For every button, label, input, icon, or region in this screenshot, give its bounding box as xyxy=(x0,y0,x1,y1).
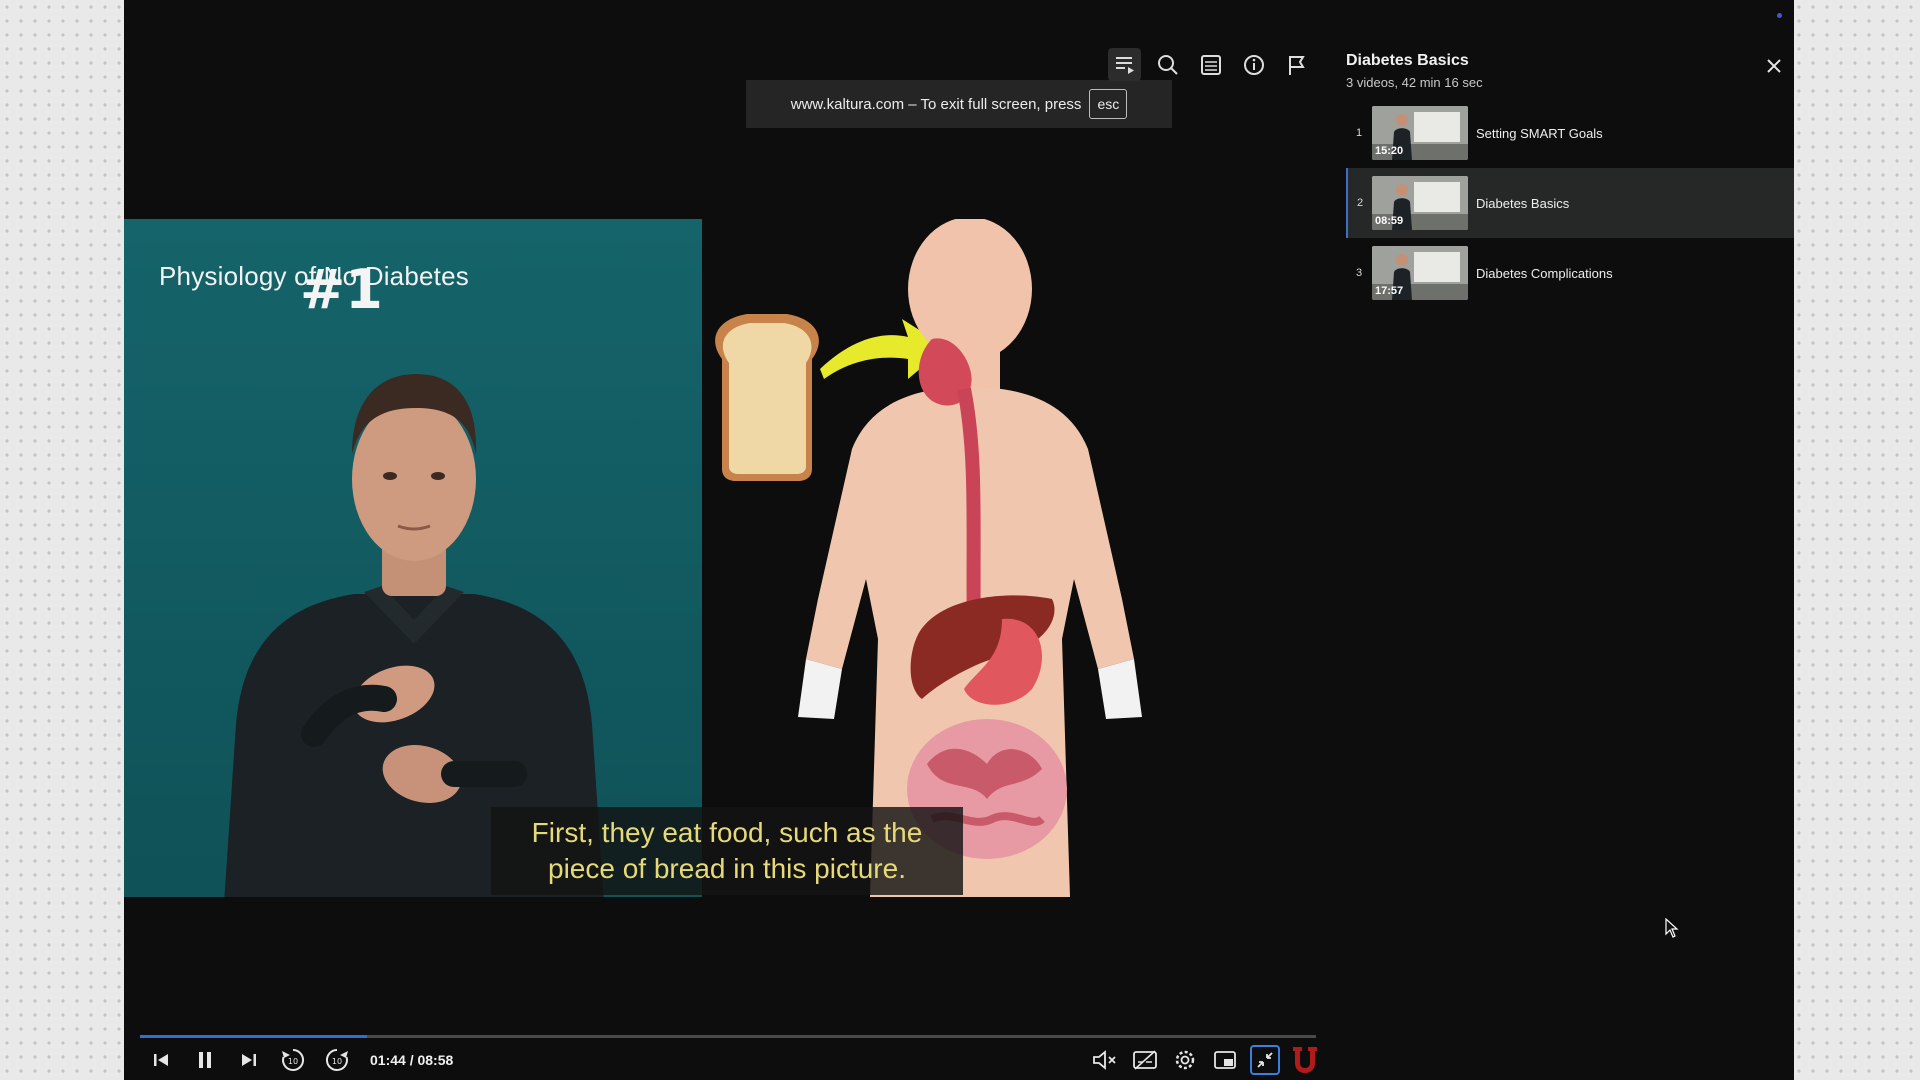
university-logo-icon[interactable] xyxy=(1290,1045,1320,1075)
progress-fill xyxy=(140,1035,367,1038)
playlist-item-title: Setting SMART Goals xyxy=(1476,125,1603,141)
playlist-list: 1 15:20 Setting SMART Goals 2 08:59 Diab… xyxy=(1346,98,1794,308)
playlist-item-title: Diabetes Complications xyxy=(1476,265,1613,281)
video-duration: 17:57 xyxy=(1375,285,1404,297)
playlist-item-2[interactable]: 2 08:59 Diabetes Basics xyxy=(1346,168,1794,238)
video-thumbnail[interactable]: 08:59 xyxy=(1372,176,1468,230)
previous-icon[interactable] xyxy=(146,1045,176,1075)
video-thumbnail[interactable]: 15:20 xyxy=(1372,106,1468,160)
caption-box: First, they eat food, such as the piece … xyxy=(491,807,963,895)
info-icon[interactable] xyxy=(1237,48,1270,81)
video-duration: 08:59 xyxy=(1375,215,1404,227)
playlist-item-title: Diabetes Basics xyxy=(1476,195,1570,211)
svg-text:10: 10 xyxy=(288,1057,298,1066)
video-stage[interactable]: Physiology of No Diabetes #1 First, they… xyxy=(124,0,1317,1080)
status-dot xyxy=(1777,13,1782,18)
playlist-item-index: 2 xyxy=(1356,197,1364,209)
bread-icon xyxy=(715,314,819,481)
video-thumbnail[interactable]: 17:57 xyxy=(1372,246,1468,300)
progress-bar[interactable] xyxy=(140,1035,1316,1038)
video-player: Physiology of No Diabetes #1 First, they… xyxy=(124,0,1794,1080)
slide-left-panel: Physiology of No Diabetes xyxy=(124,219,702,897)
svg-text:10: 10 xyxy=(332,1057,342,1066)
fullscreen-notice: www.kaltura.com – To exit full screen, p… xyxy=(746,80,1172,128)
search-icon[interactable] xyxy=(1151,48,1184,81)
forward-10-icon[interactable]: 10 xyxy=(322,1045,352,1075)
flag-icon[interactable] xyxy=(1280,48,1313,81)
playlist-item-1[interactable]: 1 15:20 Setting SMART Goals xyxy=(1346,98,1794,168)
top-toolbar xyxy=(1108,48,1313,81)
fullscreen-notice-text: www.kaltura.com – To exit full screen, p… xyxy=(790,95,1082,113)
exit-fullscreen-icon[interactable] xyxy=(1250,1045,1280,1075)
close-icon[interactable] xyxy=(1764,56,1784,76)
video-duration: 15:20 xyxy=(1375,145,1404,157)
pause-icon[interactable] xyxy=(190,1045,220,1075)
mute-icon[interactable] xyxy=(1090,1045,1120,1075)
playlist-item-index: 3 xyxy=(1355,267,1363,279)
mouse-cursor-icon xyxy=(1665,918,1679,938)
controls-left: 10 10 01:44 / 08:58 xyxy=(146,1046,453,1074)
slide-number: #1 xyxy=(300,258,383,321)
controls-right xyxy=(1090,1043,1320,1077)
esc-key: esc xyxy=(1089,89,1128,119)
time-display: 01:44 / 08:58 xyxy=(370,1052,454,1068)
playlist-item-index: 1 xyxy=(1355,127,1363,139)
rewind-10-icon[interactable]: 10 xyxy=(278,1045,308,1075)
captions-off-icon[interactable] xyxy=(1130,1045,1160,1075)
settings-icon[interactable] xyxy=(1170,1045,1200,1075)
playlist-title: Diabetes Basics xyxy=(1346,52,1469,69)
caption-line-2: piece of bread in this picture. xyxy=(548,853,906,884)
picture-in-picture-icon[interactable] xyxy=(1210,1045,1240,1075)
slide-right-panel xyxy=(702,217,1316,897)
transcript-icon[interactable] xyxy=(1194,48,1227,81)
playlist-icon[interactable] xyxy=(1108,48,1141,81)
playlist-subtitle: 3 videos, 42 min 16 sec xyxy=(1346,75,1483,90)
playlist-panel: Diabetes Basics 3 videos, 42 min 16 sec … xyxy=(1346,0,1794,1080)
playlist-item-3[interactable]: 3 17:57 Diabetes Complications xyxy=(1346,238,1794,308)
anatomy-illustration xyxy=(715,217,1142,897)
caption-line-1: First, they eat food, such as the xyxy=(531,817,923,848)
next-icon[interactable] xyxy=(234,1045,264,1075)
